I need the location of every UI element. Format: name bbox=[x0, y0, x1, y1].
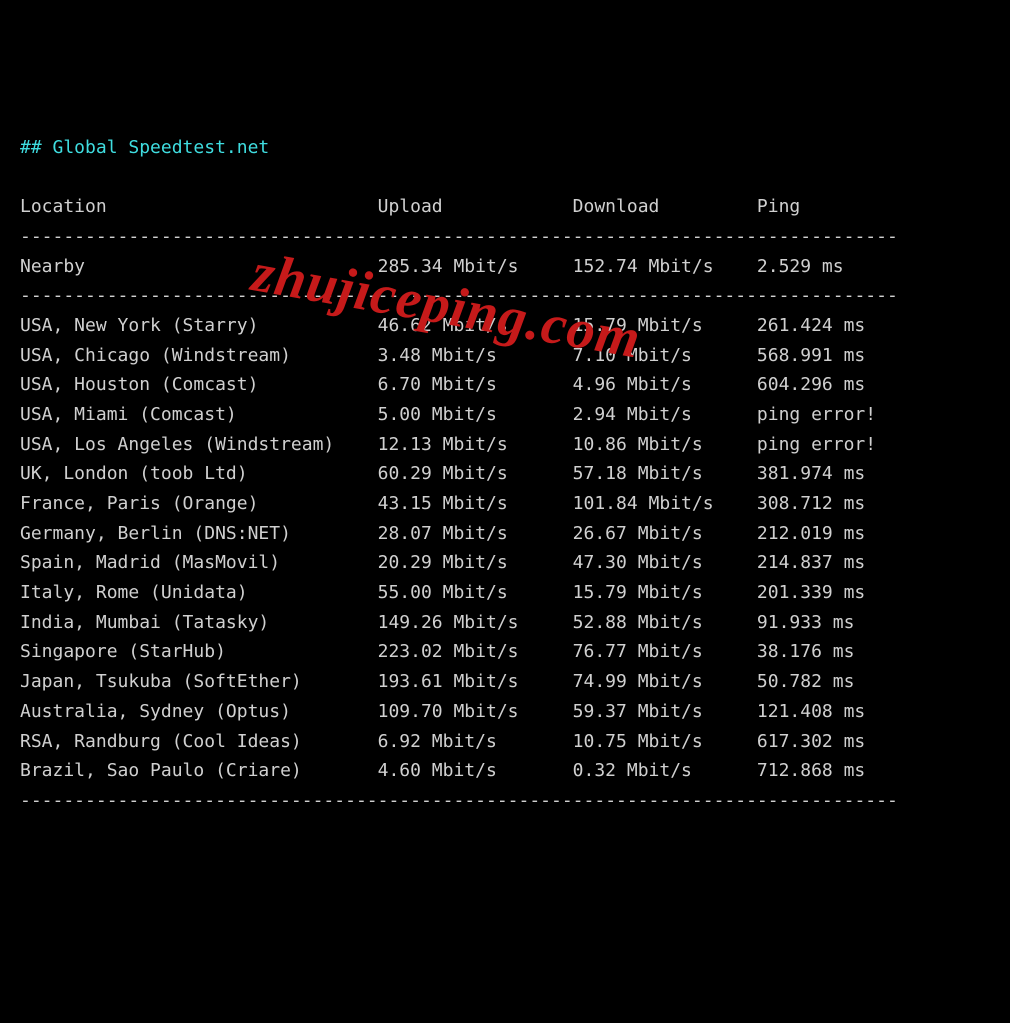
cell-download: 57.18 Mbit/s bbox=[573, 459, 757, 489]
cell-download: 0.32 Mbit/s bbox=[573, 756, 757, 786]
table-row: Spain, Madrid (MasMovil)20.29 Mbit/s47.3… bbox=[20, 552, 865, 573]
cell-upload: 55.00 Mbit/s bbox=[378, 578, 573, 608]
cell-download: 15.79 Mbit/s bbox=[573, 311, 757, 341]
cell-ping: 568.991 ms bbox=[757, 341, 865, 371]
cell-download: 59.37 Mbit/s bbox=[573, 697, 757, 727]
table-row: UK, London (toob Ltd)60.29 Mbit/s57.18 M… bbox=[20, 463, 865, 484]
nearby-location: Nearby bbox=[20, 252, 378, 282]
cell-location: Singapore (StarHub) bbox=[20, 637, 378, 667]
cell-ping: 212.019 ms bbox=[757, 519, 865, 549]
table-row: Japan, Tsukuba (SoftEther)193.61 Mbit/s7… bbox=[20, 671, 854, 692]
cell-ping: 712.868 ms bbox=[757, 756, 865, 786]
cell-ping: ping error! bbox=[757, 430, 876, 460]
cell-download: 4.96 Mbit/s bbox=[573, 370, 757, 400]
cell-ping: 91.933 ms bbox=[757, 608, 855, 638]
cell-location: Spain, Madrid (MasMovil) bbox=[20, 548, 378, 578]
cell-ping: ping error! bbox=[757, 400, 876, 430]
table-row: RSA, Randburg (Cool Ideas)6.92 Mbit/s10.… bbox=[20, 731, 865, 752]
cell-upload: 4.60 Mbit/s bbox=[378, 756, 573, 786]
nearby-download: 152.74 Mbit/s bbox=[573, 252, 757, 282]
cell-download: 2.94 Mbit/s bbox=[573, 400, 757, 430]
cell-ping: 261.424 ms bbox=[757, 311, 865, 341]
cell-upload: 43.15 Mbit/s bbox=[378, 489, 573, 519]
table-row: USA, Houston (Comcast)6.70 Mbit/s4.96 Mb… bbox=[20, 374, 865, 395]
cell-location: Italy, Rome (Unidata) bbox=[20, 578, 378, 608]
nearby-upload: 285.34 Mbit/s bbox=[378, 252, 573, 282]
cell-location: USA, Chicago (Windstream) bbox=[20, 341, 378, 371]
cell-ping: 121.408 ms bbox=[757, 697, 865, 727]
cell-location: Germany, Berlin (DNS:NET) bbox=[20, 519, 378, 549]
table-row: USA, Chicago (Windstream)3.48 Mbit/s7.10… bbox=[20, 345, 865, 366]
cell-location: Australia, Sydney (Optus) bbox=[20, 697, 378, 727]
nearby-ping: 2.529 ms bbox=[757, 252, 844, 282]
divider-bottom: ----------------------------------------… bbox=[20, 790, 898, 811]
table-row: Australia, Sydney (Optus)109.70 Mbit/s59… bbox=[20, 701, 865, 722]
cell-upload: 3.48 Mbit/s bbox=[378, 341, 573, 371]
cell-location: USA, Miami (Comcast) bbox=[20, 400, 378, 430]
cell-ping: 604.296 ms bbox=[757, 370, 865, 400]
cell-ping: 201.339 ms bbox=[757, 578, 865, 608]
cell-ping: 617.302 ms bbox=[757, 727, 865, 757]
header-ping: Ping bbox=[757, 192, 800, 222]
cell-upload: 60.29 Mbit/s bbox=[378, 459, 573, 489]
divider-mid: ----------------------------------------… bbox=[20, 285, 898, 306]
cell-download: 10.86 Mbit/s bbox=[573, 430, 757, 460]
cell-upload: 223.02 Mbit/s bbox=[378, 637, 573, 667]
table-row: USA, New York (Starry)46.62 Mbit/s15.79 … bbox=[20, 315, 865, 336]
cell-download: 101.84 Mbit/s bbox=[573, 489, 757, 519]
divider-top: ----------------------------------------… bbox=[20, 226, 898, 247]
cell-upload: 109.70 Mbit/s bbox=[378, 697, 573, 727]
cell-upload: 6.70 Mbit/s bbox=[378, 370, 573, 400]
cell-location: RSA, Randburg (Cool Ideas) bbox=[20, 727, 378, 757]
table-row: USA, Miami (Comcast)5.00 Mbit/s2.94 Mbit… bbox=[20, 404, 876, 425]
cell-location: UK, London (toob Ltd) bbox=[20, 459, 378, 489]
cell-location: Brazil, Sao Paulo (Criare) bbox=[20, 756, 378, 786]
table-row: Germany, Berlin (DNS:NET)28.07 Mbit/s26.… bbox=[20, 523, 865, 544]
results-body: USA, New York (Starry)46.62 Mbit/s15.79 … bbox=[20, 311, 990, 786]
cell-ping: 38.176 ms bbox=[757, 637, 855, 667]
header-upload: Upload bbox=[378, 192, 573, 222]
header-row: LocationUploadDownloadPing bbox=[20, 196, 800, 217]
table-row: Italy, Rome (Unidata)55.00 Mbit/s15.79 M… bbox=[20, 582, 865, 603]
cell-download: 7.10 Mbit/s bbox=[573, 341, 757, 371]
report-title: ## Global Speedtest.net bbox=[20, 137, 269, 158]
header-location: Location bbox=[20, 192, 378, 222]
cell-download: 52.88 Mbit/s bbox=[573, 608, 757, 638]
cell-ping: 381.974 ms bbox=[757, 459, 865, 489]
nearby-row: Nearby285.34 Mbit/s152.74 Mbit/s2.529 ms bbox=[20, 256, 844, 277]
cell-upload: 28.07 Mbit/s bbox=[378, 519, 573, 549]
cell-location: France, Paris (Orange) bbox=[20, 489, 378, 519]
cell-upload: 12.13 Mbit/s bbox=[378, 430, 573, 460]
cell-location: USA, Los Angeles (Windstream) bbox=[20, 430, 378, 460]
cell-upload: 46.62 Mbit/s bbox=[378, 311, 573, 341]
cell-download: 76.77 Mbit/s bbox=[573, 637, 757, 667]
cell-location: USA, Houston (Comcast) bbox=[20, 370, 378, 400]
header-download: Download bbox=[573, 192, 757, 222]
cell-upload: 20.29 Mbit/s bbox=[378, 548, 573, 578]
terminal-output: ## Global Speedtest.net LocationUploadDo… bbox=[20, 133, 990, 816]
cell-upload: 6.92 Mbit/s bbox=[378, 727, 573, 757]
cell-upload: 5.00 Mbit/s bbox=[378, 400, 573, 430]
table-row: France, Paris (Orange)43.15 Mbit/s101.84… bbox=[20, 493, 865, 514]
table-row: Singapore (StarHub)223.02 Mbit/s76.77 Mb… bbox=[20, 641, 854, 662]
cell-upload: 149.26 Mbit/s bbox=[378, 608, 573, 638]
cell-download: 10.75 Mbit/s bbox=[573, 727, 757, 757]
cell-download: 15.79 Mbit/s bbox=[573, 578, 757, 608]
table-row: Brazil, Sao Paulo (Criare)4.60 Mbit/s0.3… bbox=[20, 760, 865, 781]
cell-location: India, Mumbai (Tatasky) bbox=[20, 608, 378, 638]
table-row: USA, Los Angeles (Windstream)12.13 Mbit/… bbox=[20, 434, 876, 455]
table-row: India, Mumbai (Tatasky)149.26 Mbit/s52.8… bbox=[20, 612, 854, 633]
cell-location: USA, New York (Starry) bbox=[20, 311, 378, 341]
cell-download: 26.67 Mbit/s bbox=[573, 519, 757, 549]
cell-download: 47.30 Mbit/s bbox=[573, 548, 757, 578]
cell-ping: 308.712 ms bbox=[757, 489, 865, 519]
cell-ping: 214.837 ms bbox=[757, 548, 865, 578]
